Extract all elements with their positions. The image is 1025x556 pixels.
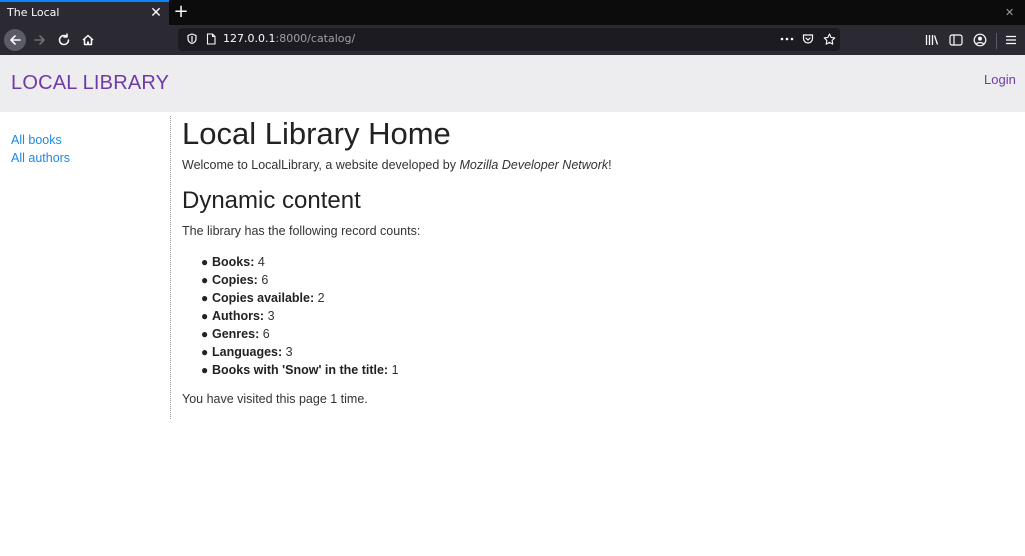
bullet-icon: ● (201, 291, 209, 305)
more-icon[interactable] (779, 31, 795, 47)
toolbar-separator (996, 33, 997, 49)
browser-tab[interactable]: The Local ✕ (0, 0, 169, 25)
sidebar-link-all-authors[interactable]: All authors (11, 149, 161, 167)
forward-arrow-icon[interactable] (29, 29, 51, 51)
menu-icon[interactable] (1003, 32, 1019, 48)
count-value: 2 (317, 291, 325, 305)
count-genres: ● Genres: 6 (182, 325, 682, 343)
bullet-icon: ● (201, 255, 209, 269)
bullet-icon: ● (201, 345, 209, 359)
count-value: 6 (261, 273, 269, 287)
login-link[interactable]: Login (984, 72, 1016, 87)
home-icon[interactable] (77, 29, 99, 51)
page-title: Local Library Home (182, 116, 451, 151)
shield-icon[interactable] (184, 31, 200, 47)
browser-toolbar: 127.0.0.1:8000/catalog/ (0, 25, 1025, 55)
welcome-emphasis: Mozilla Developer Network (459, 158, 609, 172)
new-tab-icon[interactable]: + (172, 1, 190, 23)
reload-icon[interactable] (53, 29, 75, 51)
url-bar[interactable]: 127.0.0.1:8000/catalog/ (178, 28, 840, 51)
browser-tab-bar: The Local ✕ + ✕ (0, 0, 1025, 25)
site-header: LOCAL LIBRARY Login (0, 55, 1025, 112)
site-title[interactable]: LOCAL LIBRARY (11, 72, 169, 95)
bullet-icon: ● (201, 273, 209, 287)
count-books: ● Books: 4 (182, 253, 682, 271)
count-label: Copies available: (212, 291, 315, 305)
count-copies-available: ● Copies available: 2 (182, 289, 682, 307)
count-label: Authors: (212, 309, 265, 323)
pocket-icon[interactable] (800, 31, 816, 47)
page-icon[interactable] (203, 31, 219, 47)
welcome-text: Welcome to LocalLibrary, a website devel… (182, 158, 982, 172)
bullet-icon: ● (201, 327, 209, 341)
sidebar-nav: All books All authors (11, 131, 161, 167)
url-host: 127.0.0.1 (223, 32, 276, 45)
welcome-prefix: Welcome to LocalLibrary, a website devel… (182, 158, 460, 172)
window-close-icon[interactable]: ✕ (1005, 6, 1014, 19)
count-value: 1 (391, 363, 399, 377)
bullet-icon: ● (201, 363, 209, 377)
url-path: :8000/catalog/ (275, 32, 356, 45)
record-intro: The library has the following record cou… (182, 224, 421, 238)
count-value: 3 (267, 309, 275, 323)
count-value: 4 (257, 255, 265, 269)
count-label: Books with 'Snow' in the title: (212, 363, 389, 377)
url-text[interactable]: 127.0.0.1:8000/catalog/ (223, 32, 355, 45)
bullet-icon: ● (201, 309, 209, 323)
count-copies: ● Copies: 6 (182, 271, 682, 289)
count-label: Copies: (212, 273, 258, 287)
welcome-suffix: ! (608, 158, 612, 172)
star-icon[interactable] (821, 31, 837, 47)
record-counts-list: ● Books: 4 ● Copies: 6 ● Copies available: … (182, 253, 682, 379)
section-title: Dynamic content (182, 187, 361, 214)
back-arrow-icon[interactable] (4, 29, 26, 51)
sidebar-icon[interactable] (948, 32, 964, 48)
library-icon[interactable] (924, 32, 940, 48)
count-value: 6 (262, 327, 270, 341)
sidebar-divider (170, 116, 171, 419)
tab-close-icon[interactable]: ✕ (149, 5, 163, 21)
count-label: Languages: (212, 345, 283, 359)
count-label: Genres: (212, 327, 260, 341)
visit-count-text: You have visited this page 1 time. (182, 392, 368, 406)
sidebar-link-all-books[interactable]: All books (11, 131, 161, 149)
count-label: Books: (212, 255, 255, 269)
account-icon[interactable] (972, 32, 988, 48)
count-snow-books: ● Books with 'Snow' in the title: 1 (182, 361, 682, 379)
count-value: 3 (285, 345, 293, 359)
count-languages: ● Languages: 3 (182, 343, 682, 361)
count-authors: ● Authors: 3 (182, 307, 682, 325)
tab-title: The Local (7, 6, 60, 19)
